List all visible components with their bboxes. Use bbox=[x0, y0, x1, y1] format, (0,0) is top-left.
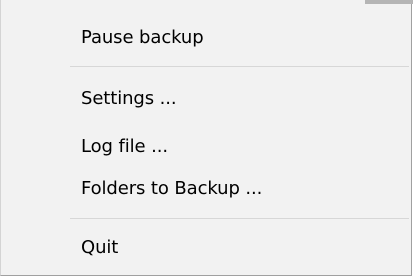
menu-item-quit[interactable]: Quit bbox=[2, 228, 410, 266]
menu-anchor-shadow bbox=[365, 0, 413, 4]
menu-separator bbox=[70, 218, 409, 219]
menu-separator bbox=[70, 66, 409, 67]
menu-item-label: Quit bbox=[81, 236, 119, 258]
menu-item-label: Settings ... bbox=[81, 87, 177, 109]
menu-item-label: Log file ... bbox=[81, 135, 168, 157]
menu-item-label: Pause backup bbox=[81, 26, 204, 48]
tray-context-menu: Pause backup Settings ... Log file ... F… bbox=[0, 0, 413, 276]
menu-item-label: Folders to Backup ... bbox=[81, 177, 263, 199]
menu-item-log-file[interactable]: Log file ... bbox=[2, 127, 410, 165]
menu-item-folders-to-backup[interactable]: Folders to Backup ... bbox=[2, 169, 410, 207]
menu-item-pause-backup[interactable]: Pause backup bbox=[2, 18, 410, 56]
menu-item-settings[interactable]: Settings ... bbox=[2, 79, 410, 117]
